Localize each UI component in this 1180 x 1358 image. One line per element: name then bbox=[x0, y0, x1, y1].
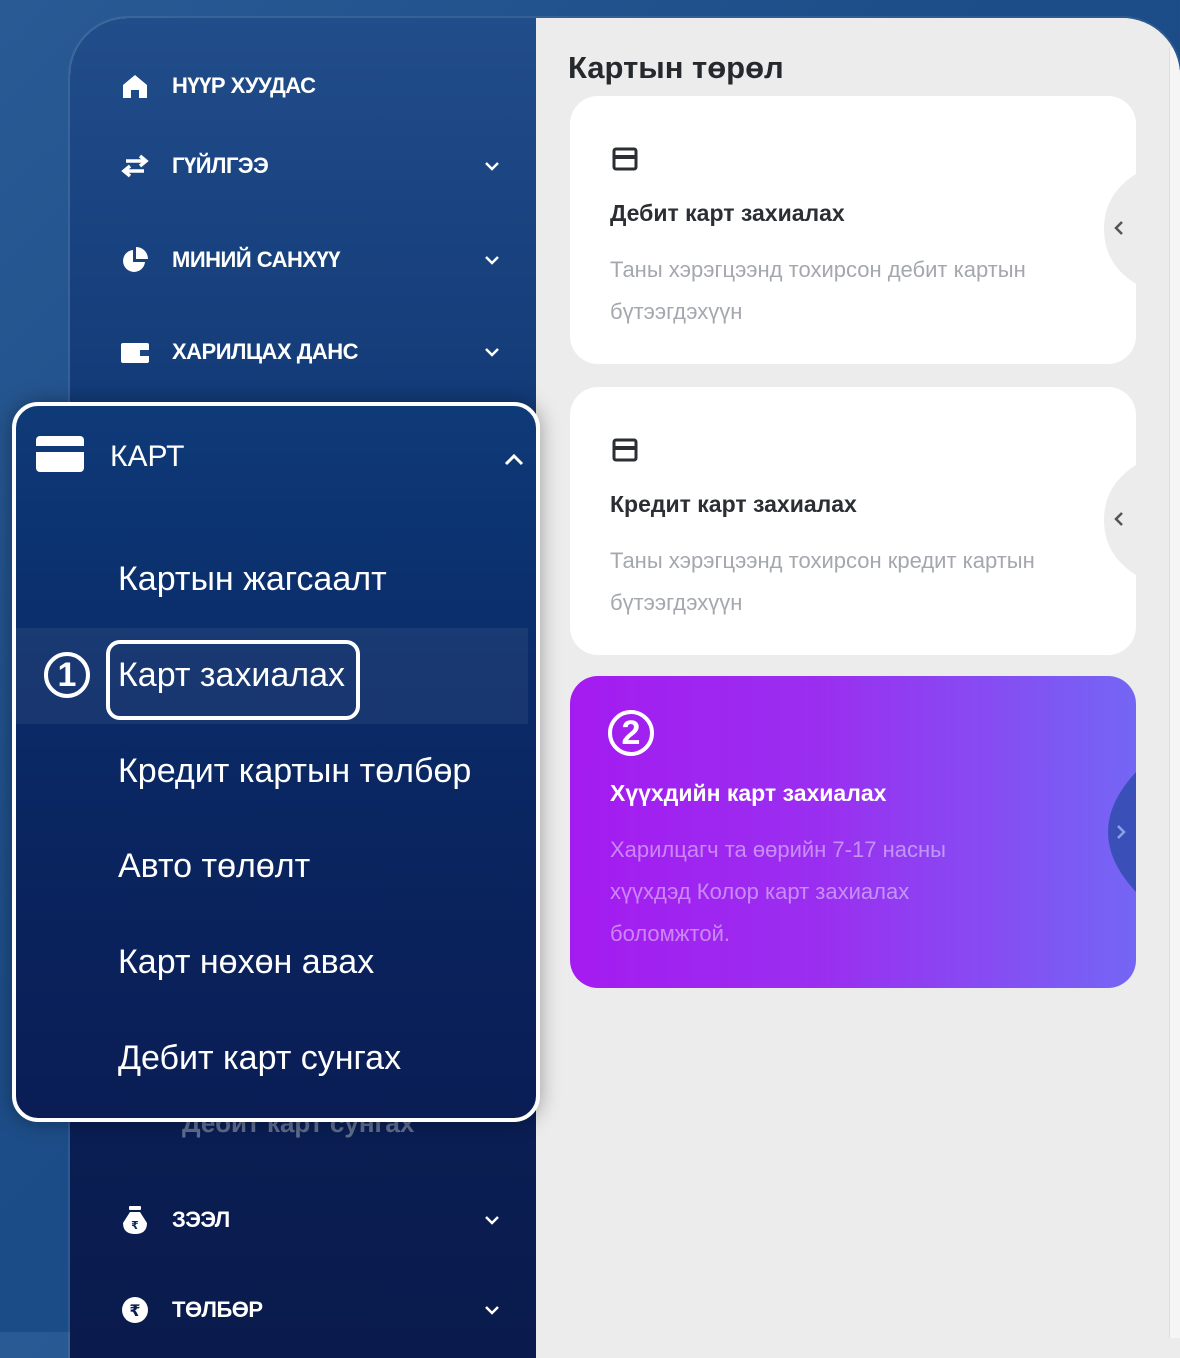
transfer-icon bbox=[120, 151, 150, 181]
submenu-debit-card-renew[interactable]: Дебит карт сунгах bbox=[118, 1039, 401, 1078]
step-badge: 1 bbox=[44, 652, 90, 698]
card-description: Таны хэрэгцээнд тохирсон кредит картын б… bbox=[610, 548, 1035, 615]
chevron-down-icon[interactable] bbox=[480, 1298, 504, 1322]
card-title: Хүүхдийн карт захиалах bbox=[610, 780, 887, 806]
sidebar-item-loan[interactable]: ₹ ЗЭЭЛ bbox=[120, 1200, 499, 1240]
chevron-up-icon[interactable] bbox=[502, 450, 526, 475]
chevron-down-icon[interactable] bbox=[480, 248, 504, 272]
svg-text:₹: ₹ bbox=[131, 1219, 139, 1232]
credit-card-icon bbox=[36, 436, 84, 477]
sidebar-item-label: НҮҮР ХУУДАС bbox=[172, 73, 316, 98]
card-description: Таны хэрэгцээнд тохирсон дебит картын бү… bbox=[610, 257, 1026, 324]
svg-text:₹: ₹ bbox=[129, 1301, 140, 1320]
credit-card-icon bbox=[612, 146, 638, 172]
pie-chart-icon bbox=[120, 245, 150, 275]
sidebar-item-payment[interactable]: ₹ ТӨЛБӨР bbox=[120, 1290, 499, 1330]
sidebar-item-label: ЗЭЭЛ bbox=[172, 1207, 230, 1232]
sidebar-item-label: ГҮЙЛГЭЭ bbox=[172, 153, 269, 178]
sidebar-item-label: МИНИЙ САНХҮҮ bbox=[172, 247, 341, 272]
money-bag-icon: ₹ bbox=[120, 1205, 150, 1235]
credit-card-icon bbox=[612, 437, 638, 463]
sidebar-item-my-finance[interactable]: МИНИЙ САНХҮҮ bbox=[120, 240, 499, 280]
card-title: Кредит карт захиалах bbox=[610, 491, 857, 517]
submenu-card-list[interactable]: Картын жагсаалт bbox=[118, 560, 387, 599]
kids-card-option[interactable]: 2 Хүүхдийн карт захиалах Харилцагч та өө… bbox=[570, 676, 1136, 988]
card-description: Харилцагч та өөрийн 7-17 насны хүүхдэд К… bbox=[610, 837, 946, 946]
chevron-left-icon[interactable] bbox=[1090, 174, 1136, 284]
sidebar-item-card[interactable]: КАРТ bbox=[36, 436, 184, 477]
card-menu-highlight: КАРТ Картын жагсаалт 1 Карт захиалах Кре… bbox=[12, 402, 540, 1122]
chevron-down-icon[interactable] bbox=[480, 1208, 504, 1232]
home-icon bbox=[120, 71, 150, 101]
submenu-card-replacement[interactable]: Карт нөхөн авах bbox=[118, 943, 374, 982]
credit-card-option[interactable]: Кредит карт захиалах Таны хэрэгцээнд тох… bbox=[570, 387, 1136, 655]
chevron-left-icon[interactable] bbox=[1090, 465, 1136, 575]
sidebar-item-label: ХАРИЛЦАХ ДАНС bbox=[172, 339, 359, 364]
main-content: Картын төрөл Дебит карт захиалах Таны хэ… bbox=[536, 18, 1180, 1358]
sidebar-item-label: ТӨЛБӨР bbox=[172, 1297, 263, 1322]
page-title: Картын төрөл bbox=[568, 50, 784, 85]
sidebar-item-label: КАРТ bbox=[110, 439, 185, 473]
sidebar-item-home[interactable]: НҮҮР ХУУДАС bbox=[120, 66, 316, 106]
card-title: Дебит карт захиалах bbox=[610, 200, 845, 226]
scrollbar[interactable] bbox=[1169, 48, 1180, 1338]
wallet-icon bbox=[120, 337, 150, 367]
payment-icon: ₹ bbox=[120, 1295, 150, 1325]
chevron-right-icon[interactable] bbox=[1090, 772, 1136, 892]
submenu-auto-payment[interactable]: Авто төлөлт bbox=[118, 847, 310, 886]
chevron-down-icon[interactable] bbox=[480, 154, 504, 178]
selection-highlight-box bbox=[106, 640, 360, 720]
debit-card-option[interactable]: Дебит карт захиалах Таны хэрэгцээнд тохи… bbox=[570, 96, 1136, 364]
sidebar-item-account[interactable]: ХАРИЛЦАХ ДАНС bbox=[120, 332, 499, 372]
chevron-down-icon[interactable] bbox=[480, 340, 504, 364]
sidebar-item-transactions[interactable]: ГҮЙЛГЭЭ bbox=[120, 146, 499, 186]
step-badge: 2 bbox=[608, 710, 654, 756]
submenu-credit-card-payment[interactable]: Кредит картын төлбөр bbox=[118, 752, 471, 791]
